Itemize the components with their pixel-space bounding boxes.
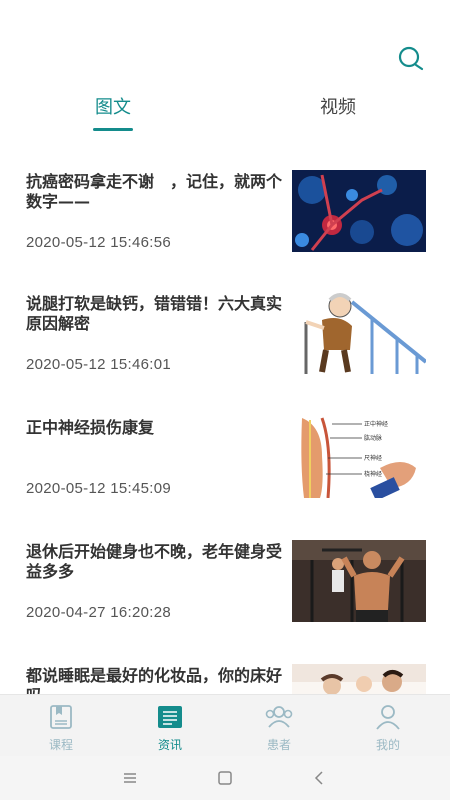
nav-item-patients[interactable]: 患者	[223, 695, 335, 757]
content-tabs: 图文 视频	[0, 92, 450, 136]
search-icon	[398, 46, 424, 71]
article-date: 2020-05-12 15:45:09	[26, 480, 171, 497]
search-button[interactable]	[396, 44, 426, 74]
menu-icon[interactable]	[118, 766, 142, 790]
svg-text:桡神经: 桡神经	[364, 470, 382, 478]
article-item[interactable]: 退休后开始健身也不晚，老年健身受益多多 2020-04-27 16:20:28	[0, 530, 450, 640]
back-arrow-icon[interactable]	[307, 766, 331, 790]
patients-icon	[265, 706, 293, 728]
senior-gym-image	[292, 540, 426, 622]
home-square-icon[interactable]	[213, 766, 237, 790]
family-bed-image	[292, 664, 426, 694]
article-title: 退休后开始健身也不晚，老年健身受益多多	[26, 542, 283, 581]
nav-label-patients: 患者	[266, 738, 291, 752]
nav-label-course: 课程	[48, 738, 73, 752]
article-title: 正中神经损伤康复	[26, 418, 155, 437]
active-tab-indicator	[93, 128, 133, 131]
svg-text:肱动脉: 肱动脉	[364, 434, 382, 442]
article-date: 2020-05-12 15:46:56	[26, 234, 171, 251]
top-bar	[0, 0, 450, 88]
neuron-cells-image	[292, 170, 426, 252]
article-item[interactable]: 说腿打软是缺钙，错错错！六大真实原因解密 2020-05-12 15:46:01	[0, 282, 450, 392]
article-title: 都说睡眠是最好的化妆品，你的床好吗	[26, 666, 283, 694]
article-item[interactable]: 正中神经损伤康复 2020-05-12 15:45:09 正中神经 肱动脉 尺神…	[0, 406, 450, 516]
article-item[interactable]: 抗癌密码拿走不谢 ，记住，就两个数字—— 2020-05-12 15:46:56	[0, 160, 450, 270]
article-date: 2020-04-27 16:20:28	[26, 604, 171, 621]
nav-label-profile: 我的	[375, 738, 400, 752]
bottom-navigation: 课程 资讯 患者 我的	[0, 694, 450, 756]
nav-label-news: 资讯	[157, 738, 182, 752]
article-list: 抗癌密码拿走不谢 ，记住，就两个数字—— 2020-05-12 15:46:56…	[0, 160, 450, 694]
article-date: 2020-05-12 15:46:01	[26, 356, 171, 373]
tab-video[interactable]: 视频	[298, 92, 378, 124]
nav-item-news[interactable]: 资讯	[114, 695, 226, 757]
news-icon	[158, 706, 182, 728]
tab-graphic[interactable]: 图文	[73, 92, 153, 124]
svg-text:正中神经: 正中神经	[364, 420, 388, 428]
arm-nerve-anatomy-image: 正中神经 肱动脉 尺神经 桡神经	[292, 416, 426, 498]
course-book-icon	[50, 705, 72, 729]
system-navigation-bar	[0, 756, 450, 800]
nav-item-course[interactable]: 课程	[5, 695, 117, 757]
article-title: 说腿打软是缺钙，错错错！六大真实原因解密	[26, 294, 283, 333]
nav-item-profile[interactable]: 我的	[332, 695, 444, 757]
article-item[interactable]: 都说睡眠是最好的化妆品，你的床好吗	[0, 654, 450, 694]
svg-text:尺神经: 尺神经	[364, 454, 382, 462]
article-title: 抗癌密码拿走不谢 ，记住，就两个数字——	[26, 172, 283, 211]
elderly-man-stairs-image	[292, 292, 426, 374]
profile-icon	[376, 705, 400, 730]
